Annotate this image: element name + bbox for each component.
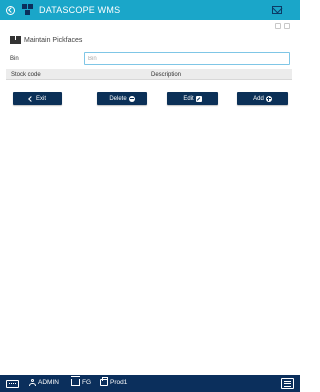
app-title: DATASCOPE WMS: [39, 5, 121, 15]
menu-button[interactable]: [281, 378, 294, 389]
delete-button-label: Delete: [109, 95, 127, 102]
exit-button-label: Exit: [35, 95, 46, 102]
chevron-left-icon: [28, 95, 34, 102]
user-name: ADMIN: [38, 379, 59, 386]
menu-icon: [284, 380, 291, 382]
plus-circle-icon: [265, 95, 272, 102]
user-icon: [29, 379, 36, 386]
grid-header: Stock code Description: [6, 69, 292, 80]
page-title: Maintain Pickfaces: [24, 36, 83, 44]
column-header-description[interactable]: Description: [151, 72, 181, 78]
warehouse-name: FG: [82, 379, 92, 386]
edit-icon: [195, 95, 202, 102]
bin-form-row: Bin: [10, 52, 292, 66]
edit-button[interactable]: Edit: [167, 92, 218, 105]
top-app-bar: DATASCOPE WMS: [0, 0, 300, 20]
menu-icon-line: [284, 385, 291, 387]
exit-button[interactable]: Exit: [13, 92, 62, 105]
printer-name: Prod1: [110, 379, 128, 386]
printer-icon: [100, 377, 108, 386]
boxes-icon: [10, 36, 21, 44]
user-status[interactable]: ADMIN: [29, 379, 59, 386]
bin-input[interactable]: [84, 52, 290, 65]
print-icon[interactable]: [275, 23, 281, 29]
toolbar-icons: [275, 23, 290, 29]
add-button-label: Add: [253, 95, 264, 102]
delete-button[interactable]: Delete: [97, 92, 147, 105]
back-button[interactable]: [0, 0, 20, 20]
settings-icon[interactable]: [284, 23, 290, 29]
minus-circle-icon: [128, 95, 135, 102]
keyboard-icon[interactable]: [6, 380, 19, 388]
back-icon: [5, 5, 15, 15]
menu-icon-line: [284, 383, 291, 384]
mail-icon[interactable]: [272, 6, 282, 14]
warehouse-icon: [71, 376, 80, 386]
warehouse-status[interactable]: FG: [71, 376, 92, 386]
bottom-status-bar: ADMIN FG Prod1: [0, 375, 300, 392]
column-header-stock-code[interactable]: Stock code: [11, 72, 41, 78]
bin-label: Bin: [10, 56, 19, 62]
page-header: Maintain Pickfaces: [10, 36, 82, 44]
add-button[interactable]: Add: [237, 92, 288, 105]
edit-button-label: Edit: [183, 95, 194, 102]
logo-icon: [22, 4, 34, 16]
printer-status[interactable]: Prod1: [100, 377, 128, 386]
